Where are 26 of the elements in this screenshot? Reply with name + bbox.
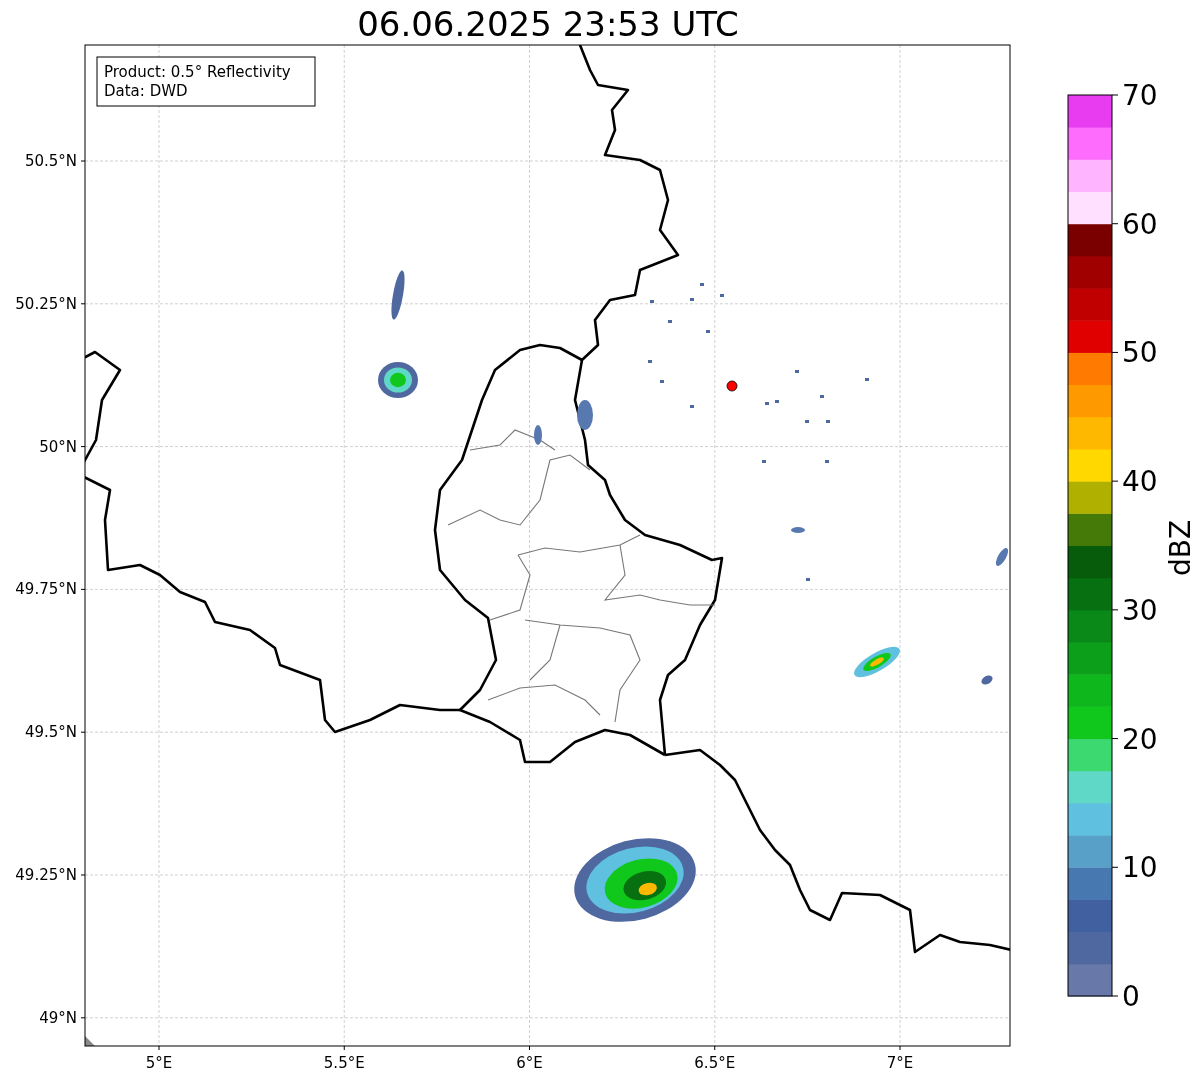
latitude-label: 49.5°N [24, 723, 77, 742]
colorbar-tick-label: 70 [1122, 79, 1158, 112]
legend-text: Product: 0.5° Reflectivity [104, 63, 291, 81]
colorbar-tick-label: 30 [1122, 593, 1158, 627]
latitude-label: 50.25°N [15, 294, 77, 313]
radar-site-marker [726, 380, 738, 392]
longitude-label: 5°E [145, 1054, 173, 1072]
colorbar-tick-label: 50 [1122, 336, 1158, 370]
colorbar-tick-label: 40 [1122, 465, 1158, 499]
latitude-label: 49°N [39, 1008, 77, 1027]
land-edge-drawing [85, 1036, 95, 1046]
latitude-label: 49.25°N [15, 866, 77, 884]
longitude-label: 6.5°E [694, 1054, 736, 1072]
latitude-label: 50.5°N [24, 152, 77, 170]
colorbar-tick-label: 10 [1122, 851, 1158, 885]
longitude-label: 5.5°E [323, 1054, 365, 1072]
colorbar-tick-label: 20 [1122, 722, 1158, 756]
longitude-label: 7°E [886, 1054, 914, 1072]
colorbar-tick-label: 0 [1122, 980, 1140, 1013]
chart-title: 06.06.2025 23:53 UTC [357, 4, 739, 44]
colorbar-tick-label: 60 [1122, 207, 1158, 241]
latitude-label: 49.75°N [15, 580, 77, 599]
longitude-label: 6°E [516, 1054, 543, 1072]
legend-text: Data: DWD [104, 82, 188, 100]
latitude-label: 50°N [39, 437, 77, 456]
colorbar-label: dBZ [1164, 519, 1197, 577]
